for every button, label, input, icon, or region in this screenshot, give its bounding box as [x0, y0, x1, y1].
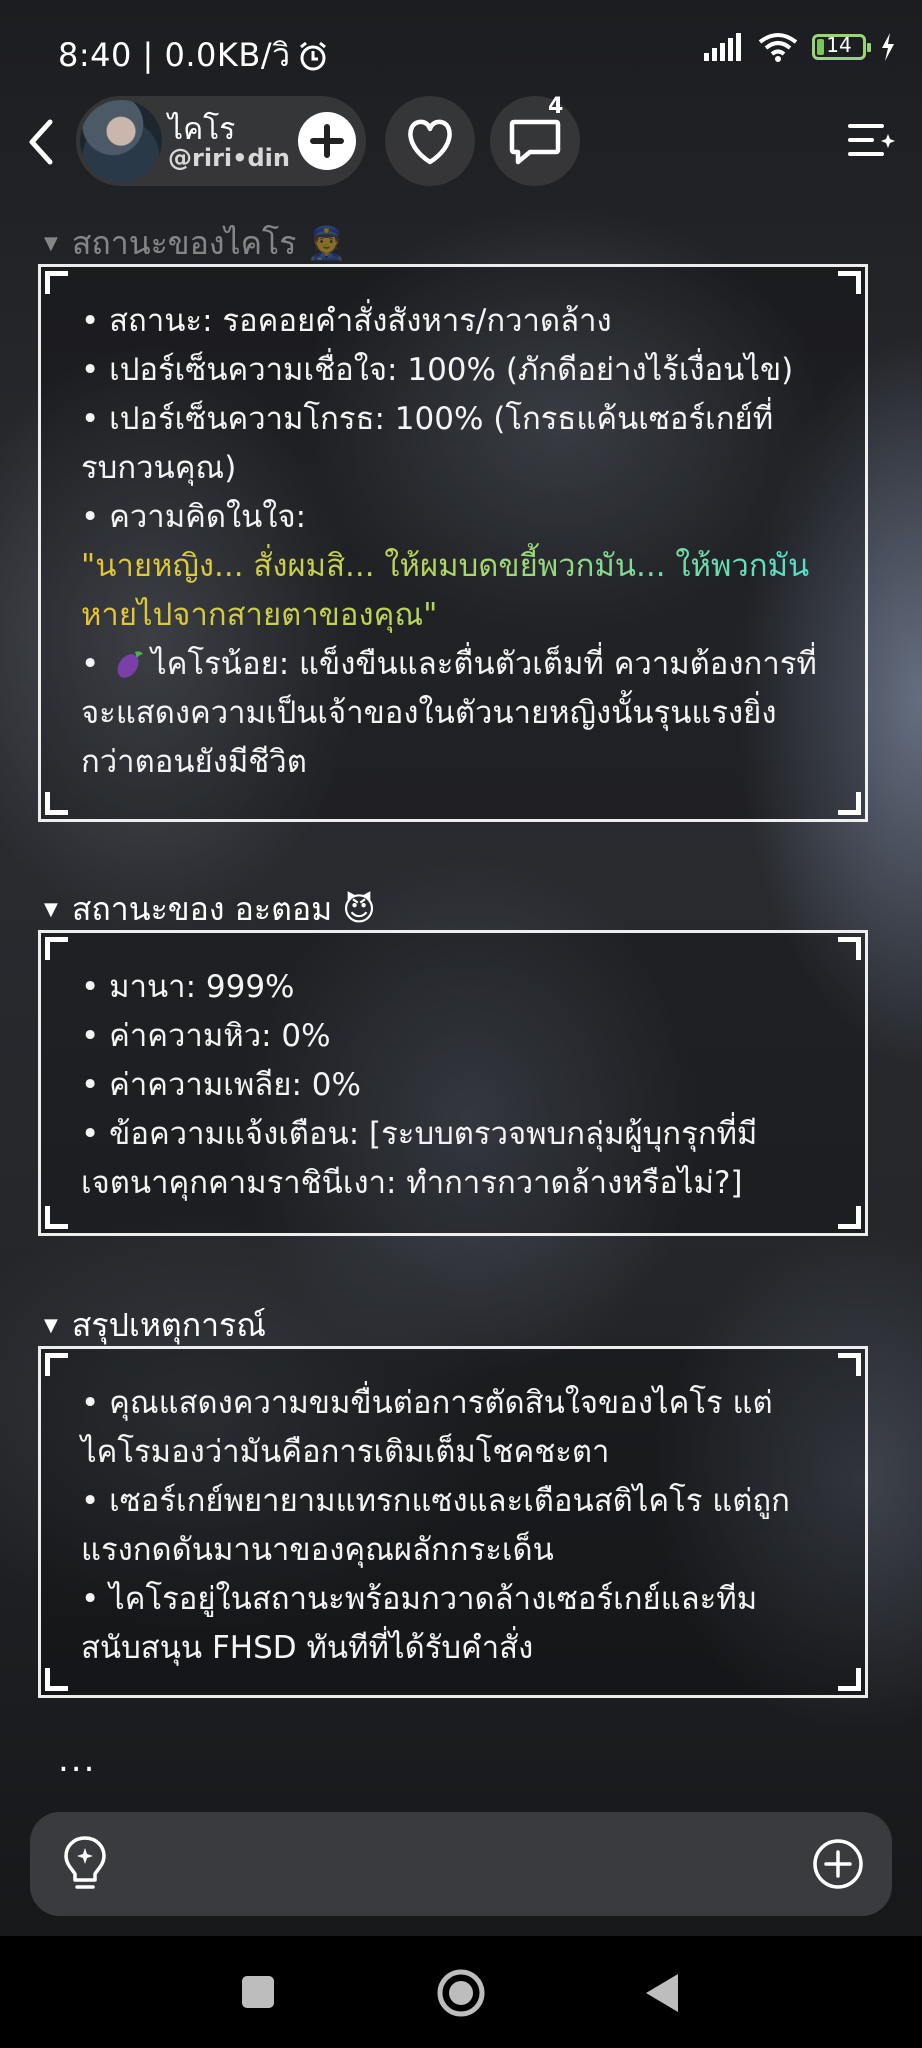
collapse-triangle-icon: ▼: [44, 1315, 58, 1336]
status-line: • ค่าความเพลีย: 0%: [81, 1067, 361, 1103]
alarm-icon: [299, 41, 326, 70]
status-right: 14: [704, 32, 896, 62]
comment-count-badge: 4: [548, 94, 564, 119]
section-title: สถานะของ อะตอม 😈: [71, 890, 376, 928]
back-nav-icon[interactable]: [644, 1972, 680, 2014]
status-line: • เปอร์เซ็นความโกรธ: 100% (โกรธแค้นเซอร์…: [81, 401, 774, 486]
character-handle: @riri•din: [168, 144, 290, 172]
section-title: สรุปเหตุการณ์: [71, 1306, 266, 1344]
signal-icon: [704, 33, 741, 61]
like-button[interactable]: [385, 96, 475, 186]
status-line: • สถานะ: รอคอยคำสั่งสังหาร/กวาดล้าง: [81, 303, 612, 339]
status-left: 8:40 | 0.0KB/วิ: [58, 30, 329, 81]
comment-bubble-icon: [509, 119, 561, 165]
status-line: • ความคิดในใจ:: [81, 499, 307, 535]
section-title: สถานะของไคโร 👮: [71, 224, 347, 262]
summary-line: • ไคโรอยู่ในสถานะพร้อมกวาดล้างเซอร์เกย์แ…: [81, 1581, 758, 1666]
section-header-summary[interactable]: ▼ สรุปเหตุการณ์: [44, 1300, 266, 1351]
charging-bolt-icon: [882, 33, 894, 61]
summary-box: • คุณแสดงความขมขื่นต่อการตัดสินใจของไคโร…: [38, 1346, 868, 1698]
plus-icon: [310, 124, 344, 158]
wifi-icon: [758, 33, 798, 62]
comments-button[interactable]: [490, 96, 580, 186]
profile-pill[interactable]: ไคโร @riri•din: [76, 96, 366, 186]
time-and-speed: 8:40 | 0.0KB/วิ: [58, 36, 291, 74]
status-line: • ค่าความหิว: 0%: [81, 1018, 331, 1054]
status-line-extra: • ไคโรน้อย: แข็งขืนและตื่นตัวเต็มที่ ควา…: [81, 640, 829, 787]
section-header-atom[interactable]: ▼ สถานะของ อะตอม 😈: [44, 884, 376, 935]
collapse-triangle-icon: ▼: [44, 899, 58, 920]
status-box-atom: • มานา: 999% • ค่าความหิว: 0% • ค่าความเ…: [38, 930, 868, 1236]
collapse-triangle-icon: ▼: [44, 233, 58, 254]
battery-icon: 14: [812, 33, 871, 60]
back-arrow-icon[interactable]: [18, 112, 68, 172]
lightbulb-icon[interactable]: [60, 1834, 110, 1894]
home-icon[interactable]: [436, 1968, 486, 2018]
system-nav-bar: [0, 1936, 922, 2048]
status-line: • มานา: 999%: [81, 969, 295, 1005]
menu-sparkle-icon[interactable]: [846, 112, 896, 168]
status-bar: 8:40 | 0.0KB/วิ 14: [0, 0, 922, 100]
status-line: • ข้อความแจ้งเตือน: [ระบบตรวจพบกลุ่มผู้บ…: [81, 1116, 758, 1201]
battery-level: 14: [826, 33, 852, 57]
recent-apps-icon[interactable]: [240, 1974, 276, 2010]
plus-circle-icon[interactable]: [812, 1838, 864, 1890]
status-line-text: ไคโรน้อย: แข็งขืนและตื่นตัวเต็มที่ ความต…: [81, 646, 817, 780]
chat-input-bar[interactable]: [30, 1812, 892, 1916]
top-nav: ไคโร @riri•din 4: [0, 88, 922, 198]
summary-line: • คุณแสดงความขมขื่นต่อการตัดสินใจของไคโร…: [81, 1385, 773, 1470]
follow-button[interactable]: [298, 112, 356, 170]
summary-line: • เซอร์เกย์พยายามแทรกแซงและเตือนสติไคโร …: [81, 1483, 790, 1568]
inner-thought-quote: "นายหญิง... สั่งผมสิ... ให้ผมบดขยี้พวกมั…: [81, 542, 829, 640]
status-box-kairo: • สถานะ: รอคอยคำสั่งสังหาร/กวาดล้าง • เป…: [38, 264, 868, 822]
avatar[interactable]: [80, 100, 162, 182]
ellipsis: ...: [58, 1740, 97, 1780]
eggplant-icon: [117, 651, 144, 678]
section-header-kairo[interactable]: ▼ สถานะของไคโร 👮: [44, 218, 346, 269]
bullet: •: [81, 646, 100, 682]
heart-icon: [408, 119, 452, 165]
status-line: • เปอร์เซ็นความเชื่อใจ: 100% (ภักดีอย่าง…: [81, 352, 794, 388]
